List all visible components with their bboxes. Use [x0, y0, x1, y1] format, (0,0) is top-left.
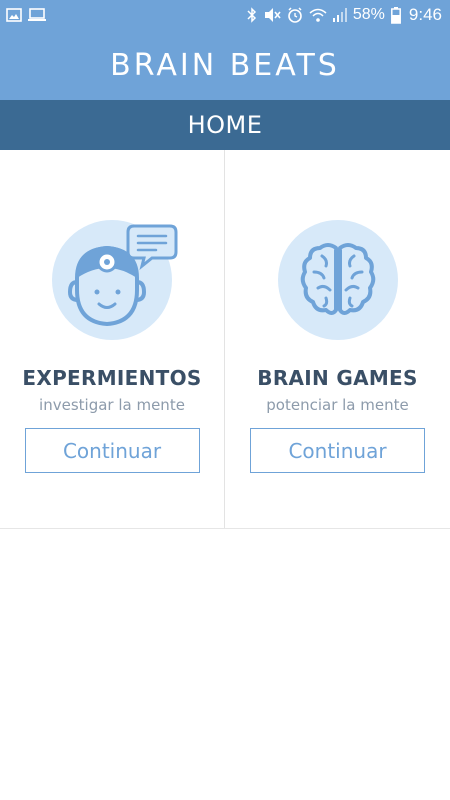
card-subtitle: investigar la mente [39, 396, 185, 414]
signal-icon [332, 8, 347, 22]
image-icon [6, 8, 22, 22]
card-subtitle: potenciar la mente [266, 396, 409, 414]
mute-icon [263, 7, 281, 23]
battery-percent: 58% [352, 6, 385, 23]
home-grid: EXPERMIENTOS investigar la mente Continu… [0, 150, 450, 800]
wifi-icon [309, 7, 327, 23]
status-bar-left [6, 8, 46, 22]
bluetooth-icon [247, 7, 257, 23]
monitor-icon [28, 8, 46, 22]
battery-icon [390, 6, 401, 24]
doctor-head-icon [52, 220, 178, 340]
card-experimentos: EXPERMIENTOS investigar la mente Continu… [0, 150, 225, 528]
grid-divider [0, 528, 450, 529]
continue-button-brain-games[interactable]: Continuar [250, 428, 425, 473]
app-bar: BRAIN BEATS [0, 30, 450, 100]
continue-button-experimentos[interactable]: Continuar [24, 428, 200, 473]
card-title: BRAIN GAMES [257, 366, 418, 390]
app-title: BRAIN BEATS [110, 47, 340, 83]
card-brain-games: BRAIN GAMES potenciar la mente Continuar [225, 150, 450, 528]
section-header: HOME [0, 100, 450, 150]
card-title: EXPERMIENTOS [22, 366, 202, 390]
section-title: HOME [187, 111, 263, 139]
status-bar-right: 58% 9:46 [247, 5, 442, 25]
brain-icon [277, 220, 398, 340]
alarm-icon [287, 7, 303, 23]
status-bar: 58% 9:46 [0, 0, 450, 30]
clock: 9:46 [408, 5, 442, 24]
